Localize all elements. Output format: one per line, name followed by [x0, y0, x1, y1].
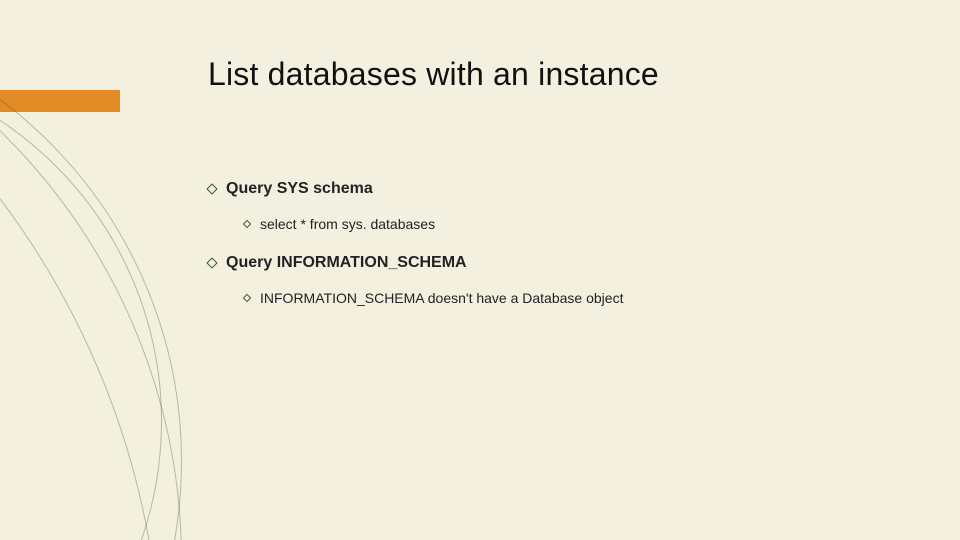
bullet-text: Query SYS schema [226, 180, 373, 198]
slide-title: List databases with an instance [208, 56, 659, 93]
decorative-arc [0, 60, 162, 540]
bullet-text: select * from sys. databases [260, 216, 435, 232]
accent-bar [0, 90, 120, 112]
bullet-level1: Query SYS schema [208, 180, 900, 198]
slide-content: Query SYS schema select * from sys. data… [208, 180, 900, 328]
bullet-level1: Query INFORMATION_SCHEMA [208, 254, 900, 272]
decorative-arc [0, 0, 162, 540]
bullet-level2: INFORMATION_SCHEMA doesn't have a Databa… [244, 290, 900, 306]
bullet-level2: select * from sys. databases [244, 216, 900, 232]
decorative-arc [0, 0, 182, 540]
diamond-bullet-icon [243, 220, 251, 228]
bullet-text: Query INFORMATION_SCHEMA [226, 254, 467, 272]
diamond-bullet-icon [206, 257, 217, 268]
bullet-text: INFORMATION_SCHEMA doesn't have a Databa… [260, 290, 623, 306]
diamond-bullet-icon [206, 183, 217, 194]
diamond-bullet-icon [243, 294, 251, 302]
